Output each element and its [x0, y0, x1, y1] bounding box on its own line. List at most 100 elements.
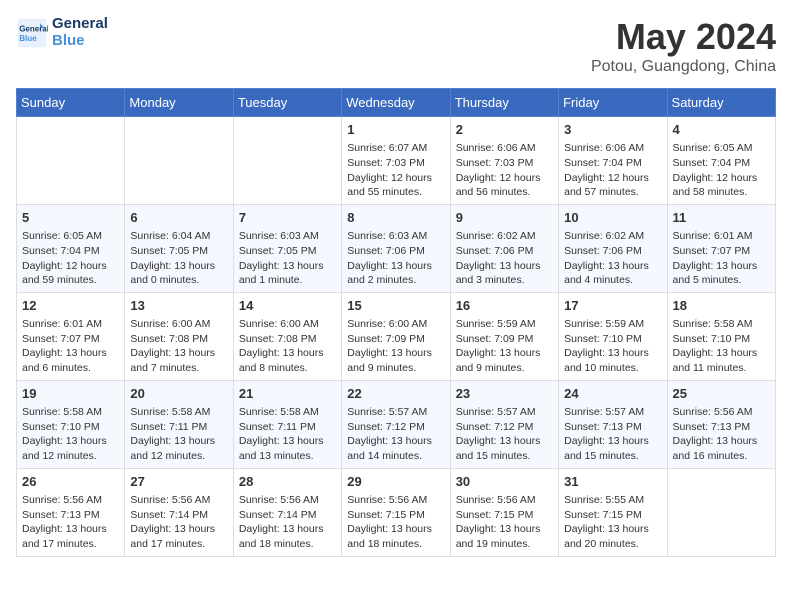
- day-number: 23: [456, 385, 553, 403]
- day-info: Sunrise: 5:58 AM Sunset: 7:11 PM Dayligh…: [239, 405, 336, 464]
- logo: General Blue General Blue: [16, 16, 108, 49]
- header-day-tuesday: Tuesday: [233, 89, 341, 117]
- calendar-cell: 17Sunrise: 5:59 AM Sunset: 7:10 PM Dayli…: [559, 292, 667, 380]
- day-number: 4: [673, 121, 770, 139]
- day-number: 17: [564, 297, 661, 315]
- logo-text-line2: Blue: [52, 33, 108, 50]
- day-number: 7: [239, 209, 336, 227]
- calendar-cell: 5Sunrise: 6:05 AM Sunset: 7:04 PM Daylig…: [17, 204, 125, 292]
- calendar-cell: 19Sunrise: 5:58 AM Sunset: 7:10 PM Dayli…: [17, 380, 125, 468]
- title-area: May 2024 Potou, Guangdong, China: [591, 16, 776, 76]
- day-number: 13: [130, 297, 227, 315]
- page-header: General Blue General Blue May 2024 Potou…: [16, 16, 776, 76]
- day-info: Sunrise: 6:06 AM Sunset: 7:03 PM Dayligh…: [456, 141, 553, 200]
- week-row-3: 12 Sunrise: 6:01 AM Sunset: 7:07 PM Dayli…: [17, 292, 776, 380]
- day-info: Sunrise: 5:56 AM Sunset: 7:14 PM Dayligh…: [130, 493, 227, 552]
- day-info: Sunrise: 6:01 AM Sunset: 7:07 PM Dayligh…: [673, 229, 770, 288]
- week-row-2: 5Sunrise: 6:05 AM Sunset: 7:04 PM Daylig…: [17, 204, 776, 292]
- day-number: 24: [564, 385, 661, 403]
- location-title: Potou, Guangdong, China: [591, 58, 776, 76]
- calendar-cell: 3Sunrise: 6:06 AM Sunset: 7:04 PM Daylig…: [559, 117, 667, 205]
- calendar-cell: [125, 117, 233, 205]
- day-info: Sunrise: 6:03 AM Sunset: 7:05 PM Dayligh…: [239, 229, 336, 288]
- day-number: 16: [456, 297, 553, 315]
- day-info: Sunrise: 5:59 AM Sunset: 7:09 PM Dayligh…: [456, 317, 553, 376]
- day-number: 26: [22, 473, 119, 491]
- day-info: Sunrise: 5:55 AM Sunset: 7:15 PM Dayligh…: [564, 493, 661, 552]
- calendar-cell: 29Sunrise: 5:56 AM Sunset: 7:15 PM Dayli…: [342, 468, 450, 556]
- calendar-cell: 4Sunrise: 6:05 AM Sunset: 7:04 PM Daylig…: [667, 117, 775, 205]
- day-info: Sunrise: 6:01 AM Sunset: 7:07 PM Dayligh…: [22, 317, 119, 376]
- header-day-saturday: Saturday: [667, 89, 775, 117]
- day-info: Sunrise: 6:00 AM Sunset: 7:08 PM Dayligh…: [239, 317, 336, 376]
- day-number: 27: [130, 473, 227, 491]
- calendar-table: SundayMondayTuesdayWednesdayThursdayFrid…: [16, 88, 776, 557]
- day-info: Sunrise: 6:05 AM Sunset: 7:04 PM Dayligh…: [22, 229, 119, 288]
- day-number: 20: [130, 385, 227, 403]
- day-info: Sunrise: 6:06 AM Sunset: 7:04 PM Dayligh…: [564, 141, 661, 200]
- day-info: Sunrise: 5:56 AM Sunset: 7:15 PM Dayligh…: [347, 493, 444, 552]
- day-info: Sunrise: 5:57 AM Sunset: 7:12 PM Dayligh…: [456, 405, 553, 464]
- day-info: Sunrise: 5:57 AM Sunset: 7:13 PM Dayligh…: [564, 405, 661, 464]
- calendar-cell: 8 Sunrise: 6:03 AM Sunset: 7:06 PM Daylig…: [342, 204, 450, 292]
- calendar-cell: 16 Sunrise: 5:59 AM Sunset: 7:09 PM Dayli…: [450, 292, 558, 380]
- calendar-cell: [233, 117, 341, 205]
- calendar-cell: 22Sunrise: 5:57 AM Sunset: 7:12 PM Dayli…: [342, 380, 450, 468]
- calendar-cell: 31 Sunrise: 5:55 AM Sunset: 7:15 PM Dayli…: [559, 468, 667, 556]
- day-number: 1: [347, 121, 444, 139]
- header-day-monday: Monday: [125, 89, 233, 117]
- calendar-cell: 1Sunrise: 6:07 AM Sunset: 7:03 PM Daylig…: [342, 117, 450, 205]
- day-number: 18: [673, 297, 770, 315]
- calendar-cell: [667, 468, 775, 556]
- day-info: Sunrise: 5:56 AM Sunset: 7:15 PM Dayligh…: [456, 493, 553, 552]
- day-info: Sunrise: 5:58 AM Sunset: 7:11 PM Dayligh…: [130, 405, 227, 464]
- day-info: Sunrise: 6:02 AM Sunset: 7:06 PM Dayligh…: [456, 229, 553, 288]
- calendar-cell: 9 Sunrise: 6:02 AM Sunset: 7:06 PM Daylig…: [450, 204, 558, 292]
- day-number: 10: [564, 209, 661, 227]
- calendar-header-row: SundayMondayTuesdayWednesdayThursdayFrid…: [17, 89, 776, 117]
- calendar-cell: 7 Sunrise: 6:03 AM Sunset: 7:05 PM Daylig…: [233, 204, 341, 292]
- day-number: 31: [564, 473, 661, 491]
- day-info: Sunrise: 5:58 AM Sunset: 7:10 PM Dayligh…: [673, 317, 770, 376]
- calendar-cell: 26Sunrise: 5:56 AM Sunset: 7:13 PM Dayli…: [17, 468, 125, 556]
- calendar-cell: 28Sunrise: 5:56 AM Sunset: 7:14 PM Dayli…: [233, 468, 341, 556]
- header-day-wednesday: Wednesday: [342, 89, 450, 117]
- day-number: 11: [673, 209, 770, 227]
- day-info: Sunrise: 5:56 AM Sunset: 7:14 PM Dayligh…: [239, 493, 336, 552]
- calendar-cell: 23 Sunrise: 5:57 AM Sunset: 7:12 PM Dayli…: [450, 380, 558, 468]
- day-number: 9: [456, 209, 553, 227]
- logo-text-line1: General: [52, 16, 108, 33]
- header-day-friday: Friday: [559, 89, 667, 117]
- day-number: 15: [347, 297, 444, 315]
- day-number: 30: [456, 473, 553, 491]
- day-number: 14: [239, 297, 336, 315]
- month-title: May 2024: [591, 16, 776, 58]
- calendar-cell: 6Sunrise: 6:04 AM Sunset: 7:05 PM Daylig…: [125, 204, 233, 292]
- calendar-cell: 20 Sunrise: 5:58 AM Sunset: 7:11 PM Dayli…: [125, 380, 233, 468]
- week-row-4: 19Sunrise: 5:58 AM Sunset: 7:10 PM Dayli…: [17, 380, 776, 468]
- svg-text:Blue: Blue: [19, 34, 37, 43]
- calendar-cell: 25 Sunrise: 5:56 AM Sunset: 7:13 PM Dayli…: [667, 380, 775, 468]
- day-number: 25: [673, 385, 770, 403]
- day-number: 21: [239, 385, 336, 403]
- day-number: 6: [130, 209, 227, 227]
- day-info: Sunrise: 6:00 AM Sunset: 7:09 PM Dayligh…: [347, 317, 444, 376]
- calendar-cell: 13 Sunrise: 6:00 AM Sunset: 7:08 PM Dayli…: [125, 292, 233, 380]
- calendar-cell: [17, 117, 125, 205]
- week-row-1: 1Sunrise: 6:07 AM Sunset: 7:03 PM Daylig…: [17, 117, 776, 205]
- day-info: Sunrise: 6:02 AM Sunset: 7:06 PM Dayligh…: [564, 229, 661, 288]
- calendar-cell: 11 Sunrise: 6:01 AM Sunset: 7:07 PM Dayli…: [667, 204, 775, 292]
- day-info: Sunrise: 5:58 AM Sunset: 7:10 PM Dayligh…: [22, 405, 119, 464]
- day-info: Sunrise: 5:57 AM Sunset: 7:12 PM Dayligh…: [347, 405, 444, 464]
- calendar-cell: 2Sunrise: 6:06 AM Sunset: 7:03 PM Daylig…: [450, 117, 558, 205]
- day-info: Sunrise: 6:03 AM Sunset: 7:06 PM Dayligh…: [347, 229, 444, 288]
- day-info: Sunrise: 6:00 AM Sunset: 7:08 PM Dayligh…: [130, 317, 227, 376]
- day-info: Sunrise: 5:56 AM Sunset: 7:13 PM Dayligh…: [673, 405, 770, 464]
- week-row-5: 26Sunrise: 5:56 AM Sunset: 7:13 PM Dayli…: [17, 468, 776, 556]
- calendar-cell: 24 Sunrise: 5:57 AM Sunset: 7:13 PM Dayli…: [559, 380, 667, 468]
- calendar-cell: 21 Sunrise: 5:58 AM Sunset: 7:11 PM Dayli…: [233, 380, 341, 468]
- day-number: 8: [347, 209, 444, 227]
- day-number: 12: [22, 297, 119, 315]
- calendar-cell: 18 Sunrise: 5:58 AM Sunset: 7:10 PM Dayli…: [667, 292, 775, 380]
- header-day-sunday: Sunday: [17, 89, 125, 117]
